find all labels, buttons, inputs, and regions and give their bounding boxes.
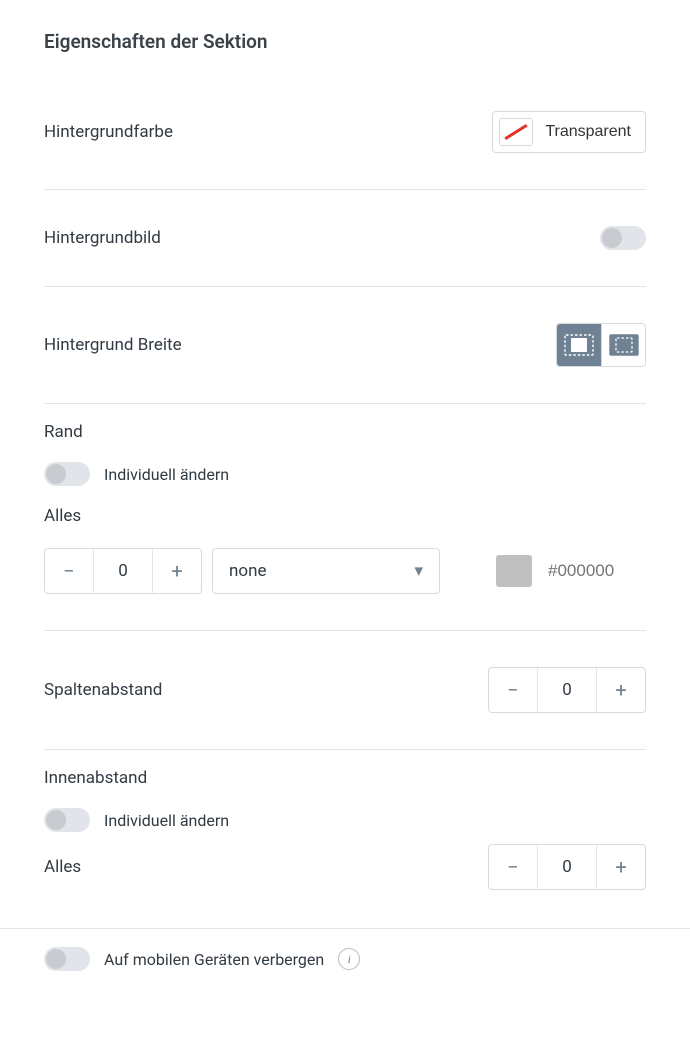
border-width-increment[interactable]: + (153, 549, 201, 593)
bgimage-toggle[interactable] (600, 226, 646, 250)
divider (44, 749, 646, 750)
border-individual-toggle[interactable] (44, 462, 90, 486)
divider (44, 189, 646, 190)
width-full-icon (609, 334, 639, 356)
padding-all-label: Alles (44, 857, 81, 877)
bgwidth-label: Hintergrund Breite (44, 335, 182, 355)
border-color-chip[interactable] (496, 555, 532, 587)
divider (44, 286, 646, 287)
width-content-icon (564, 334, 594, 356)
padding-label: Innenabstand (44, 768, 646, 788)
hide-mobile-label: Auf mobilen Geräten verbergen (104, 950, 324, 969)
colgap-value[interactable]: 0 (537, 668, 597, 712)
border-width-value[interactable]: 0 (93, 549, 153, 593)
bgimage-label: Hintergrundbild (44, 228, 161, 248)
bgcolor-value: Transparent (545, 123, 631, 141)
colgap-decrement[interactable]: − (489, 668, 537, 712)
transparent-swatch-icon (499, 118, 533, 146)
border-style-value: none (229, 561, 267, 581)
border-width-decrement[interactable]: − (45, 549, 93, 593)
panel-title: Eigenschaften der Sektion (44, 30, 646, 53)
padding-value[interactable]: 0 (537, 845, 597, 889)
chevron-down-icon: ▾ (414, 561, 423, 581)
padding-increment[interactable]: + (597, 845, 645, 889)
border-style-select[interactable]: none ▾ (212, 548, 440, 594)
border-all-label: Alles (44, 506, 646, 526)
border-individual-label: Individuell ändern (104, 465, 229, 484)
padding-individual-label: Individuell ändern (104, 811, 229, 830)
colgap-increment[interactable]: + (597, 668, 645, 712)
bgwidth-segmented (556, 323, 646, 367)
info-icon[interactable]: i (338, 948, 360, 970)
border-label: Rand (44, 422, 646, 442)
bgcolor-label: Hintergrundfarbe (44, 122, 173, 142)
colgap-label: Spaltenabstand (44, 680, 162, 700)
bgwidth-option-content[interactable] (557, 324, 601, 366)
colgap-stepper: − 0 + (488, 667, 646, 713)
border-width-stepper: − 0 + (44, 548, 202, 594)
divider (44, 630, 646, 631)
hide-mobile-toggle[interactable] (44, 947, 90, 971)
bgwidth-option-full[interactable] (601, 324, 645, 366)
bgcolor-button[interactable]: Transparent (492, 111, 646, 153)
padding-decrement[interactable]: − (489, 845, 537, 889)
padding-stepper: − 0 + (488, 844, 646, 890)
border-color-input[interactable] (546, 560, 646, 582)
padding-individual-toggle[interactable] (44, 808, 90, 832)
divider (44, 403, 646, 404)
